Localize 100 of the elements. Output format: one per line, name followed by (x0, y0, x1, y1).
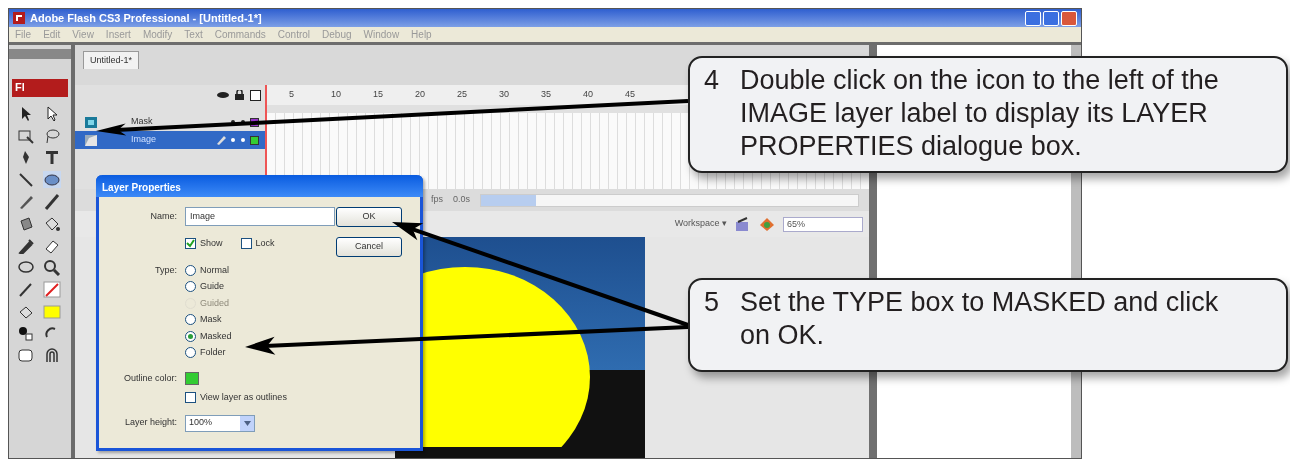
transform-icon[interactable] (17, 127, 35, 144)
layer-row[interactable]: Image (75, 131, 265, 149)
frame-number: 40 (583, 88, 594, 102)
frame-number: 5 (289, 88, 295, 102)
frame-number: 35 (541, 88, 552, 102)
menu-item[interactable]: Insert (105, 27, 131, 42)
workspace-menu[interactable]: Workspace ▾ (674, 217, 727, 231)
close-button[interactable] (1061, 10, 1077, 26)
name-field[interactable]: Image (185, 207, 335, 226)
stroke-color-icon[interactable] (43, 281, 61, 298)
radio-label: Masked (200, 329, 232, 343)
field-label: Type: (154, 263, 178, 277)
radio-label: Folder (200, 346, 226, 359)
radio-button[interactable] (185, 264, 196, 276)
line-tool-icon[interactable] (17, 171, 35, 188)
cancel-button[interactable]: Cancel (336, 237, 402, 257)
menu-item[interactable]: Debug (322, 27, 352, 42)
menu-item[interactable]: Help (411, 27, 432, 42)
frame-number: 20 (415, 88, 426, 102)
dot-icon[interactable] (230, 137, 236, 143)
layer-color-swatch[interactable] (250, 135, 259, 145)
step-number: 4 (704, 64, 721, 97)
radio-label: Normal (200, 263, 229, 277)
fill-color-icon[interactable] (43, 303, 61, 320)
time-label: 0.0s (453, 193, 471, 207)
caret-icon (243, 420, 251, 426)
check-icon (186, 239, 195, 249)
zoom-icon[interactable] (43, 259, 61, 276)
app-logo: Fl (12, 79, 68, 97)
dialog-title: Layer Properties (96, 175, 423, 197)
callout-text: Double click on the icon to the left of the IMAGE layer label to display its LAYER PROPERTIES dialogue box. (740, 64, 1220, 163)
magnet-icon[interactable] (43, 347, 61, 364)
radio-button[interactable] (185, 281, 196, 293)
layer-color-swatch[interactable] (250, 117, 259, 127)
field-label: Layer height: (123, 416, 178, 430)
checkbox-label: Show (200, 237, 223, 250)
checkbox[interactable] (185, 238, 196, 250)
menu-item[interactable]: Modify (142, 27, 173, 42)
oval-tool-icon[interactable] (43, 171, 61, 188)
field-label: Outline color: (122, 371, 178, 385)
window-title: Adobe Flash CS3 Professional - [Untitled-1*] (30, 10, 262, 26)
ink-bottle-icon[interactable] (17, 215, 35, 232)
paint-bucket-icon[interactable] (43, 215, 61, 232)
checkbox[interactable] (240, 238, 252, 250)
radio-button[interactable] (185, 347, 196, 359)
radio-button[interactable] (185, 314, 196, 326)
zoom-field[interactable]: 65% (783, 216, 863, 232)
outline-square-icon[interactable] (250, 89, 261, 101)
menu-item[interactable]: Window (363, 27, 400, 42)
menu-item[interactable]: View (72, 27, 94, 42)
radio-label: Guided (200, 296, 230, 310)
horizontal-scrollbar[interactable] (480, 193, 859, 207)
checkbox-label: View layer as outlines (200, 391, 287, 404)
ok-button[interactable]: OK (336, 207, 402, 227)
frame-number: 25 (457, 88, 468, 102)
fps-label: fps (431, 193, 443, 207)
dot-icon[interactable] (240, 137, 246, 143)
stroke-pencil-icon[interactable] (17, 281, 35, 298)
dot-icon[interactable] (230, 119, 236, 125)
menu-item[interactable]: Text (184, 27, 203, 42)
eyedropper-icon[interactable] (17, 237, 35, 254)
maximize-button[interactable] (1043, 10, 1059, 26)
menu-item[interactable]: Commands (214, 27, 266, 42)
edit-symbol-icon[interactable] (735, 216, 751, 232)
checkbox[interactable] (185, 392, 196, 404)
lock-icon[interactable] (235, 90, 244, 100)
dropdown-value: 100% (189, 416, 213, 430)
layer-name: Image (131, 133, 157, 147)
brush-icon[interactable] (43, 193, 61, 210)
menu-item[interactable]: Control (277, 27, 311, 42)
lasso-loop-icon[interactable] (17, 259, 35, 276)
document-tab[interactable]: Untitled-1* (83, 51, 140, 69)
default-colors-icon[interactable] (17, 325, 35, 342)
outline-color-swatch[interactable] (185, 371, 199, 385)
mask-layer-icon[interactable] (85, 116, 97, 128)
layer-row[interactable]: Mask (75, 113, 265, 131)
layer-height-dropdown[interactable]: 100% (185, 414, 255, 432)
minimize-button[interactable] (1025, 10, 1041, 26)
pencil-icon[interactable] (17, 193, 35, 210)
edit-scene-icon[interactable] (759, 216, 775, 232)
dot-icon[interactable] (240, 119, 246, 125)
field-label: Name: (149, 209, 178, 223)
radio-label: Mask (200, 313, 222, 326)
text-tool-icon[interactable] (43, 149, 61, 166)
callout-text: Set the TYPE box to MASKED and click on OK. (740, 286, 1220, 352)
masked-layer-icon[interactable] (85, 134, 97, 146)
frame-number: 30 (499, 88, 510, 102)
app-icon (13, 12, 25, 24)
frame-number: 10 (331, 88, 342, 102)
checkbox-label: Lock (255, 237, 275, 250)
step-number: 5 (704, 286, 721, 319)
eye-icon[interactable] (217, 91, 229, 99)
menu-item[interactable]: Edit (43, 27, 61, 42)
snap-icon[interactable] (17, 347, 35, 364)
frame-number: 15 (373, 88, 384, 102)
menu-item[interactable]: File (15, 27, 32, 42)
layer-name: Mask (131, 115, 154, 129)
panel-grip[interactable] (9, 49, 71, 59)
lasso-icon[interactable] (43, 127, 61, 144)
radio-button[interactable] (185, 330, 196, 342)
